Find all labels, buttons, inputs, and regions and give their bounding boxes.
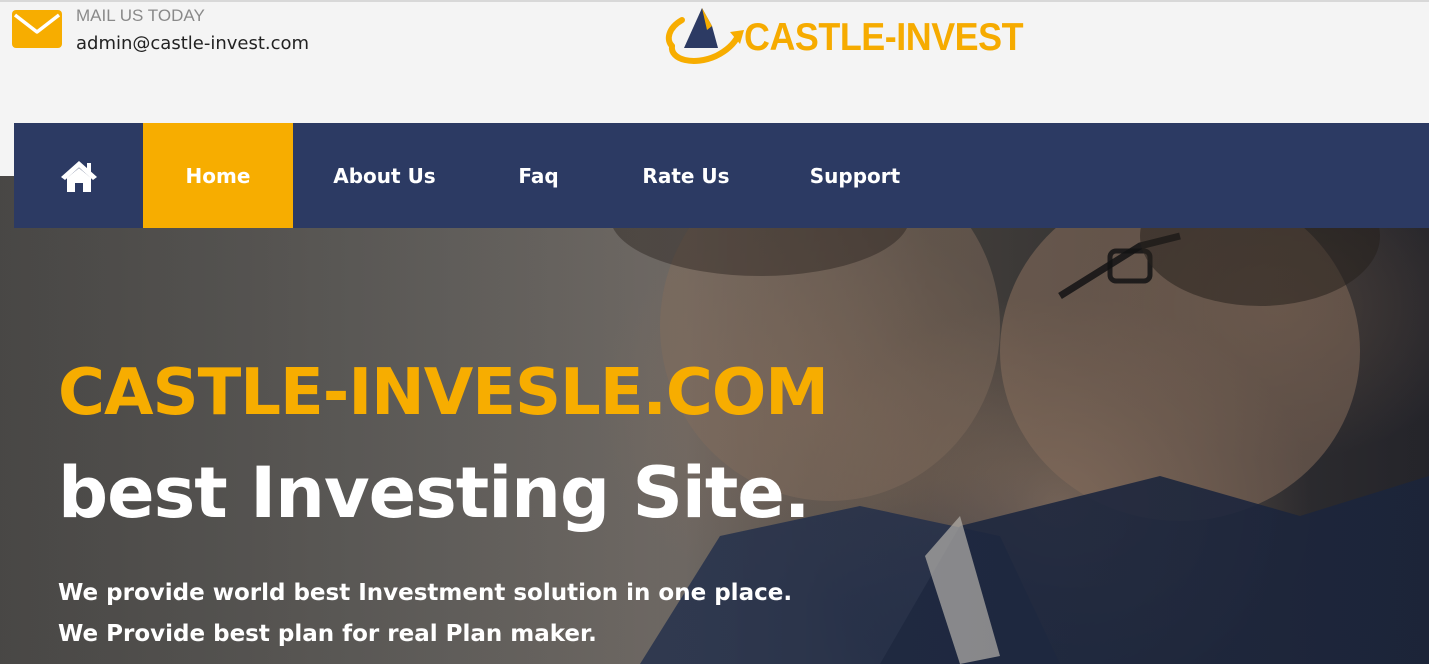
logo-text: CASTLE-INVEST [744, 16, 1024, 59]
hero-subheadline: best Investing Site. [58, 452, 810, 534]
mail-label: MAIL US TODAY [76, 6, 205, 25]
nav-item-faq[interactable]: Faq [476, 123, 601, 228]
mail-address-link[interactable]: admin@castle-invest.com [76, 33, 309, 54]
castle-invest-logo [665, 8, 744, 64]
nav-home-button[interactable] [14, 123, 143, 228]
nav-item-support[interactable]: Support [771, 123, 939, 228]
hero-text-line-2: We Provide best plan for real Plan maker… [58, 621, 597, 647]
mail-icon [12, 10, 62, 48]
home-icon [60, 160, 97, 192]
nav-item-home[interactable]: Home [143, 123, 293, 228]
main-navbar: Home About Us Faq Rate Us Support [14, 123, 1429, 228]
hero-text-line-1: We provide world best Investment solutio… [58, 580, 793, 606]
nav-item-about-us[interactable]: About Us [293, 123, 476, 228]
hero-headline: CASTLE-INVESLE.COM [58, 356, 829, 430]
nav-item-rate-us[interactable]: Rate Us [601, 123, 771, 228]
